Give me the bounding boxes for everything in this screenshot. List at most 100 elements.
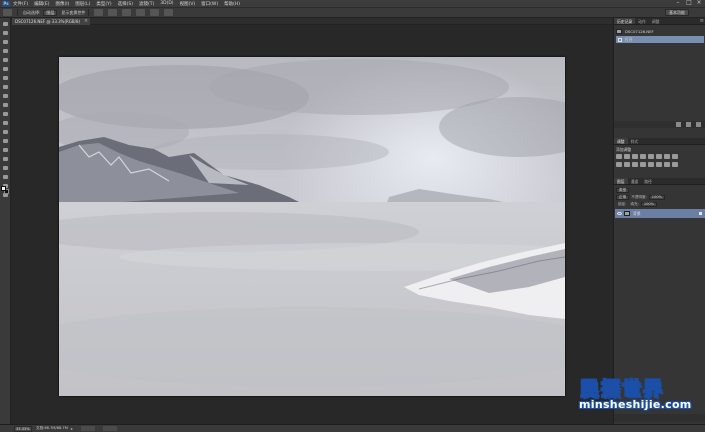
status-menu-arrow-icon[interactable]: ▸ [71, 426, 73, 431]
show-transform-checkbox[interactable]: 显示变换控件 [61, 10, 85, 16]
status-bar: 33.33% 文档:68.7M/68.7M ▸ [0, 424, 705, 432]
marquee-tool-icon[interactable] [2, 30, 9, 36]
opacity-field[interactable]: 100% [648, 195, 666, 200]
blur-tool-icon[interactable] [2, 129, 9, 135]
vibrance-icon[interactable] [648, 154, 654, 159]
clone-stamp-tool-icon[interactable] [2, 93, 9, 99]
workspace-switcher[interactable]: 基本功能 [665, 9, 689, 16]
hue-saturation-icon[interactable] [656, 154, 662, 159]
threshold-icon[interactable] [656, 162, 662, 167]
tab-adjust-history[interactable]: 调整 [649, 18, 663, 24]
timeline-tab[interactable] [102, 426, 117, 431]
lock-label: 锁定: [618, 202, 627, 206]
type-tool-icon[interactable] [2, 156, 9, 162]
mountain-fog-photo [59, 57, 565, 396]
align-left-icon[interactable] [136, 9, 146, 16]
fill-field[interactable]: 100% [640, 202, 658, 207]
minimize-button[interactable]: – [673, 0, 683, 7]
camera-snapshot-icon[interactable] [686, 122, 691, 127]
color-lookup-icon[interactable] [632, 162, 638, 167]
shape-tool-icon[interactable] [2, 174, 9, 180]
levels-icon[interactable] [624, 154, 630, 159]
menu-help[interactable]: 帮助(H) [224, 1, 240, 7]
align-top-icon[interactable] [94, 9, 104, 16]
menu-select[interactable]: 选择(S) [118, 1, 133, 7]
document-icon [618, 37, 622, 42]
curves-icon[interactable] [632, 154, 638, 159]
maximize-button[interactable]: □ [684, 0, 694, 7]
dodge-tool-icon[interactable] [2, 138, 9, 144]
menu-3d[interactable]: 3D(D) [160, 1, 173, 6]
history-snapshot[interactable]: DSC07126.NEF [616, 27, 704, 35]
blend-mode-dropdown[interactable]: 正常 [616, 195, 630, 200]
gradient-tool-icon[interactable] [2, 120, 9, 126]
tab-actions[interactable]: 动作 [635, 18, 649, 24]
black-white-icon[interactable] [672, 154, 678, 159]
quick-select-tool-icon[interactable] [2, 48, 9, 54]
menu-window[interactable]: 窗口(W) [201, 1, 218, 7]
foreground-color-swatch[interactable] [1, 186, 6, 191]
brush-tool-icon[interactable] [2, 84, 9, 90]
exposure-icon[interactable] [640, 154, 646, 159]
selective-color-icon[interactable] [672, 162, 678, 167]
menu-file[interactable]: 文件(F) [13, 1, 28, 7]
tab-adjustments[interactable]: 调整 [614, 138, 628, 144]
invert-icon[interactable] [640, 162, 646, 167]
menu-type[interactable]: 类型(Y) [96, 1, 111, 7]
close-app-button[interactable]: × [694, 0, 704, 7]
menu-edit[interactable]: 编辑(E) [34, 1, 49, 7]
align-middle-icon[interactable] [108, 9, 118, 16]
healing-brush-tool-icon[interactable] [2, 75, 9, 81]
gradient-map-icon[interactable] [664, 162, 670, 167]
tab-channels[interactable]: 通道 [628, 178, 642, 184]
close-document-icon[interactable]: × [84, 18, 88, 25]
document-canvas-photo[interactable] [59, 57, 565, 396]
photo-filter-icon[interactable] [616, 162, 622, 167]
menu-view[interactable]: 视图(V) [180, 1, 196, 7]
align-center-icon[interactable] [150, 9, 160, 16]
canvas-workspace[interactable] [12, 25, 612, 424]
auto-select-dropdown[interactable]: 图层 [43, 9, 58, 16]
zoom-level-field[interactable]: 33.33% [14, 425, 32, 432]
menu-filter[interactable]: 滤镜(T) [139, 1, 154, 7]
snapshot-label: DSC07126.NEF [625, 28, 654, 34]
move-tool-icon[interactable] [3, 9, 12, 16]
path-select-tool-icon[interactable] [2, 165, 9, 171]
lasso-tool-icon[interactable] [2, 39, 9, 45]
history-panel-tabs: 历史记录 动作 调整 ≡ [614, 18, 705, 25]
posterize-icon[interactable] [648, 162, 654, 167]
history-brush-tool-icon[interactable] [2, 102, 9, 108]
lock-fill-row: 锁定: 填充: 100% [616, 201, 704, 208]
crop-tool-icon[interactable] [2, 57, 9, 63]
mini-bridge-tab[interactable] [80, 426, 95, 431]
trash-icon[interactable] [696, 122, 701, 127]
new-document-from-state-icon[interactable] [676, 122, 681, 127]
eyedropper-tool-icon[interactable] [2, 66, 9, 72]
layer-row-background[interactable]: 背景 [615, 209, 705, 218]
adjustments-panel-tabs: 调整 样式 [614, 138, 705, 145]
panel-menu-icon[interactable]: ≡ [700, 18, 704, 24]
move-tool-icon[interactable] [2, 21, 9, 27]
align-bottom-icon[interactable] [122, 9, 132, 16]
color-balance-icon[interactable] [664, 154, 670, 159]
layer-filter-dropdown[interactable]: 类型 [616, 188, 630, 193]
tab-styles[interactable]: 样式 [628, 138, 642, 144]
document-tab-title: DSC07126.NEF @ 33.3%(RGB/8) [15, 19, 81, 24]
right-panel-dock: 历史记录 动作 调整 ≡ DSC07126.NEF 打开 调整 样式 添加调整 [613, 18, 705, 424]
app-logo-icon: Ps [2, 0, 10, 7]
visibility-eye-icon[interactable] [617, 212, 622, 215]
watermark-logo: 民摄世界 [580, 378, 665, 401]
tab-layers[interactable]: 图层 [614, 178, 628, 184]
layers-panel-tabs: 图层 通道 路径 [614, 178, 705, 185]
tab-paths[interactable]: 路径 [641, 178, 655, 184]
document-tab[interactable]: DSC07126.NEF @ 33.3%(RGB/8) × [12, 18, 91, 25]
menu-layer[interactable]: 图层(L) [75, 1, 90, 7]
align-right-icon[interactable] [164, 9, 174, 16]
brightness-contrast-icon[interactable] [616, 154, 622, 159]
history-state-open[interactable]: 打开 [616, 36, 704, 43]
channel-mixer-icon[interactable] [624, 162, 630, 167]
menu-image[interactable]: 图像(I) [55, 1, 69, 7]
pen-tool-icon[interactable] [2, 147, 9, 153]
eraser-tool-icon[interactable] [2, 111, 9, 117]
tab-history[interactable]: 历史记录 [614, 18, 636, 24]
